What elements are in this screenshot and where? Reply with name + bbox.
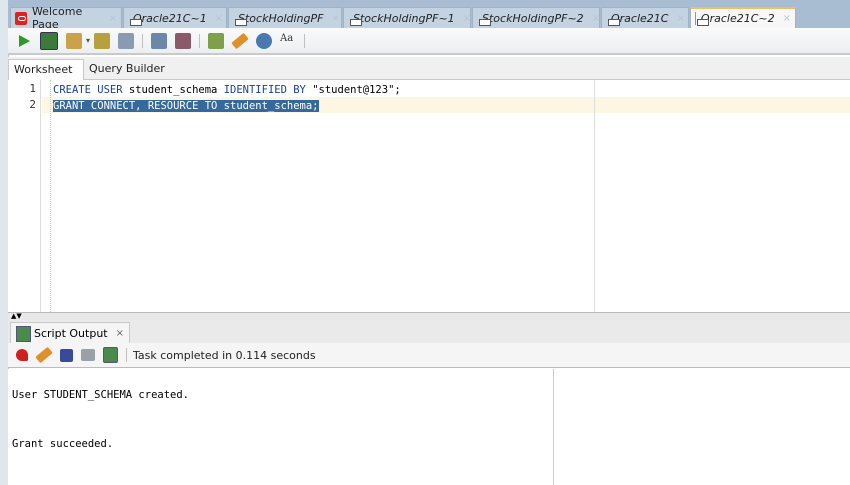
tab-label: Script Output [34,327,108,340]
close-icon[interactable]: × [676,13,684,24]
status-text: Task completed in 0.114 seconds [133,348,316,362]
sql-history-icon[interactable] [256,32,273,49]
keyword: CREATE USER [53,84,123,96]
tab-oracle21c-1[interactable]: Oracle21C~1 × [123,7,227,28]
right-margin-line [594,80,595,312]
output-line: User STUDENT_SCHEMA created. [12,389,190,401]
code-line-1: CREATE USER student_schema IDENTIFIED BY… [53,82,401,98]
tab-label: Oracle21C~2 [700,12,775,25]
close-icon[interactable]: × [116,328,124,339]
dropdown-arrow-icon[interactable]: ▾ [86,36,90,45]
document-tab-bar: Welcome Page × Oracle21C~1 × StockHoldingP… [8,0,850,31]
format-case-icon[interactable]: Aa [280,33,296,49]
keyword: IDENTIFIED BY [223,84,306,96]
clear-eraser-icon[interactable] [35,346,53,364]
tab-label: Oracle21C~1 [133,11,207,25]
tab-label: StockHoldingPF~2 [482,11,584,25]
unshared-sql-worksheet-icon[interactable] [208,32,225,49]
run-script-icon[interactable] [40,31,58,50]
tab-script-output[interactable]: Script Output × [10,322,131,344]
script-output-pane[interactable]: User STUDENT_SCHEMA created. Grant succe… [8,369,850,485]
close-icon[interactable]: × [215,13,223,24]
oracle-icon [15,11,27,25]
tab-oracle21c-2[interactable]: Oracle21C~2 × [690,7,796,28]
line-number-gutter: 1 2 [8,80,41,312]
line-number: 2 [29,98,36,111]
close-icon[interactable]: × [331,13,339,24]
tab-oracle21c[interactable]: Oracle21C × [601,7,689,28]
tab-label: StockHoldingPF [238,11,324,25]
script-output-icon [16,325,31,342]
line-number: 1 [29,82,36,95]
separator [304,33,306,48]
worksheet-subtabs: Worksheet Query Builder [8,57,850,80]
separator [199,33,201,48]
worksheet-toolbar: ▾ Aa [8,28,850,55]
close-icon[interactable]: × [463,13,471,24]
sql-editor[interactable]: 1 2 CREATE USER student_schema IDENTIFIE… [8,80,850,312]
rollback-icon[interactable] [175,32,192,49]
print-icon[interactable] [81,349,95,361]
autotrace-icon[interactable] [66,32,82,49]
output-tab-bar: Script Output × [8,320,850,344]
separator [126,348,127,362]
code-line-2: GRANT CONNECT, RESOURCE TO student_schem… [53,98,319,114]
fold-guide [50,80,51,312]
tab-stockholdingpf-1[interactable]: StockHoldingPF~1 × [343,7,471,28]
save-icon[interactable] [60,348,73,362]
sql-worksheet-icon [695,12,708,26]
output-line: Grant succeeded. [12,438,114,450]
pin-icon[interactable] [16,349,28,361]
run-script-icon[interactable] [103,347,118,363]
tab-stockholdingpf-2[interactable]: StockHoldingPF~2 × [472,7,600,28]
sql-tuning-advisor-icon[interactable] [118,32,135,49]
collapse-arrows-icon[interactable]: ▲▼ [11,312,22,320]
tab-label: StockHoldingPF~1 [353,11,455,25]
close-icon[interactable]: × [109,13,117,24]
tab-query-builder[interactable]: Query Builder [84,59,170,79]
selected-text: GRANT CONNECT, RESOURCE TO student_schem… [53,100,319,112]
output-toolbar: Task completed in 0.114 seconds [8,343,850,368]
explain-plan-icon[interactable] [94,32,111,49]
run-statement-icon[interactable] [16,33,32,49]
clear-eraser-icon[interactable] [231,32,249,49]
tab-welcome-page[interactable]: Welcome Page × [10,5,122,31]
tab-worksheet[interactable]: Worksheet [8,59,84,80]
tab-stockholdingpf[interactable]: StockHoldingPF × [228,7,342,28]
identifier: student_schema [122,84,224,96]
close-icon[interactable]: × [592,13,600,24]
output-divider [553,369,554,485]
commit-icon[interactable] [151,32,168,49]
separator [142,33,144,48]
string-literal: "student@123"; [305,84,401,96]
close-icon[interactable]: × [783,13,791,24]
